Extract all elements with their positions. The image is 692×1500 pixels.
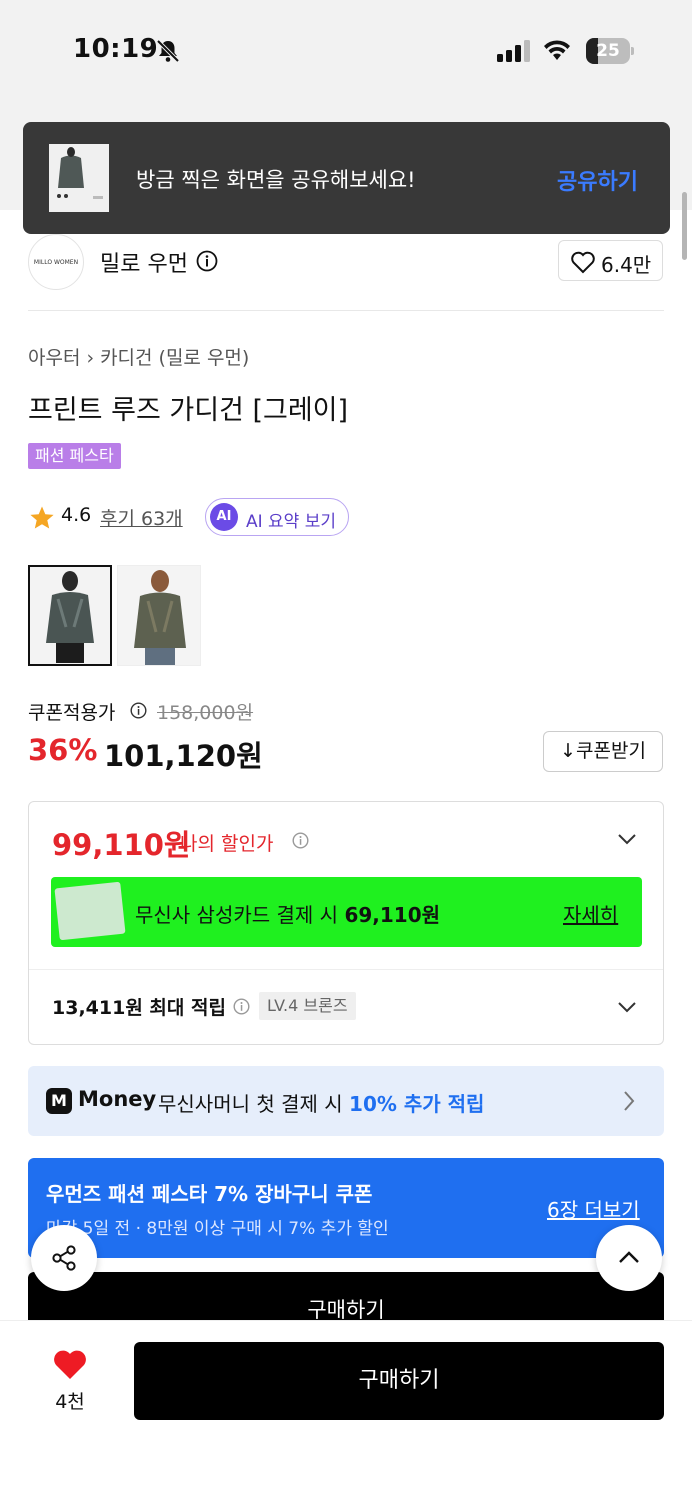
divider bbox=[29, 969, 663, 970]
battery-indicator: 25 bbox=[586, 38, 634, 64]
coupon-button-label: 쿠폰받기 bbox=[576, 740, 646, 762]
share-icon bbox=[52, 1245, 76, 1271]
brand-like-button[interactable]: 6.4만 bbox=[558, 240, 663, 281]
card-promo-banner[interactable]: 무신사 삼성카드 결제 시 69,110원 자세히 bbox=[51, 877, 642, 947]
download-icon: ↓ bbox=[560, 740, 576, 762]
toast-message: 방금 찍은 화면을 공유해보세요! bbox=[136, 168, 416, 192]
member-level-badge: LV.4 브론즈 bbox=[259, 992, 356, 1020]
chevron-down-icon[interactable] bbox=[617, 832, 637, 846]
chevron-right-icon: › bbox=[86, 347, 95, 369]
money-brand: Money bbox=[78, 1087, 157, 1111]
cellular-signal-icon bbox=[497, 40, 530, 62]
coupon-price-label: 쿠폰적용가 bbox=[28, 702, 116, 724]
share-toast: 방금 찍은 화면을 공유해보세요! 공유하기 bbox=[23, 122, 670, 234]
original-price: 158,000원 bbox=[157, 702, 254, 724]
chevron-down-icon[interactable] bbox=[617, 1000, 637, 1014]
benefit-box: 99,110원 나의 할인가 무신사 삼성카드 결제 시 69,110원 자세히… bbox=[28, 801, 664, 1045]
info-icon[interactable] bbox=[130, 702, 147, 719]
breadcrumb-subcategory[interactable]: 카디건 (밀로 우먼) bbox=[100, 347, 249, 369]
brand-like-count: 6.4만 bbox=[601, 253, 652, 277]
sale-price: 101,120원 bbox=[104, 739, 263, 773]
screenshot-thumbnail[interactable] bbox=[49, 144, 109, 212]
cart-coupon-banner[interactable]: 우먼즈 패션 페스타 7% 장바구니 쿠폰 마감 5일 전 · 8만원 이상 구… bbox=[28, 1158, 664, 1258]
my-discount-price: 99,110원 bbox=[52, 828, 191, 862]
chevron-right-icon bbox=[624, 1091, 635, 1111]
festa-badge: 패션 페스타 bbox=[28, 443, 121, 469]
product-like-count: 4천 bbox=[55, 1391, 85, 1413]
card-promo-detail-link[interactable]: 자세히 bbox=[563, 899, 618, 928]
review-link[interactable]: 후기 63개 bbox=[100, 504, 183, 531]
brand-name[interactable]: 밀로 우먼 bbox=[100, 246, 188, 278]
coupon-banner-title: 우먼즈 패션 페스타 7% 장바구니 쿠폰 bbox=[46, 1182, 373, 1206]
scroll-to-top-button[interactable] bbox=[596, 1225, 662, 1291]
product-thumbnail-2[interactable] bbox=[117, 565, 201, 666]
brand-logo[interactable]: MILLO WOMEN bbox=[28, 234, 84, 290]
ai-summary-label: AI 요약 보기 bbox=[246, 512, 337, 532]
chevron-up-icon bbox=[619, 1251, 639, 1263]
wifi-icon bbox=[544, 40, 570, 60]
divider bbox=[28, 310, 664, 311]
info-icon[interactable] bbox=[292, 832, 309, 849]
battery-percent: 25 bbox=[596, 41, 620, 61]
breadcrumb: 아우터 › 카디건 (밀로 우먼) bbox=[28, 343, 249, 370]
coupon-banner-subtitle: 마감 5일 전 · 8만원 이상 구매 시 7% 추가 할인 bbox=[46, 1219, 389, 1239]
bottom-action-bar: 4천 구매하기 bbox=[0, 1320, 692, 1500]
info-icon[interactable] bbox=[196, 250, 218, 272]
ai-icon: AI bbox=[210, 503, 238, 531]
card-promo-text: 무신사 삼성카드 결제 시 69,110원 bbox=[135, 903, 441, 927]
share-button[interactable] bbox=[31, 1225, 97, 1291]
money-promo-text: 무신사머니 첫 결제 시 10% 추가 적립 bbox=[158, 1092, 485, 1116]
coupon-more-link[interactable]: 6장 더보기 bbox=[547, 1194, 640, 1223]
my-discount-label: 나의 할인가 bbox=[180, 833, 274, 855]
bell-muted-icon bbox=[156, 39, 180, 63]
ai-summary-button[interactable]: AI AI 요약 보기 bbox=[205, 498, 349, 536]
coupon-download-button[interactable]: ↓쿠폰받기 bbox=[543, 731, 663, 772]
money-logo-icon: M bbox=[46, 1088, 72, 1114]
heart-outline-icon bbox=[571, 251, 595, 274]
scrollbar-thumb[interactable] bbox=[682, 192, 687, 260]
musinsa-money-banner[interactable]: M Money 무신사머니 첫 결제 시 10% 추가 적립 bbox=[28, 1066, 664, 1136]
discount-rate: 36% bbox=[28, 733, 98, 767]
product-title: 프린트 루즈 가디건 [그레이] bbox=[28, 395, 349, 426]
buy-button[interactable]: 구매하기 bbox=[134, 1342, 664, 1420]
product-thumbnail-1[interactable] bbox=[28, 565, 112, 666]
max-points: 13,411원 최대 적립 bbox=[52, 997, 226, 1019]
toast-share-button[interactable]: 공유하기 bbox=[557, 164, 638, 196]
breadcrumb-category[interactable]: 아우터 bbox=[28, 347, 80, 369]
card-image bbox=[54, 881, 126, 941]
info-icon[interactable] bbox=[233, 998, 250, 1015]
status-time: 10:19 bbox=[73, 34, 159, 64]
heart-filled-icon[interactable] bbox=[52, 1349, 88, 1381]
star-icon bbox=[30, 506, 54, 529]
rating-score: 4.6 bbox=[61, 504, 92, 526]
